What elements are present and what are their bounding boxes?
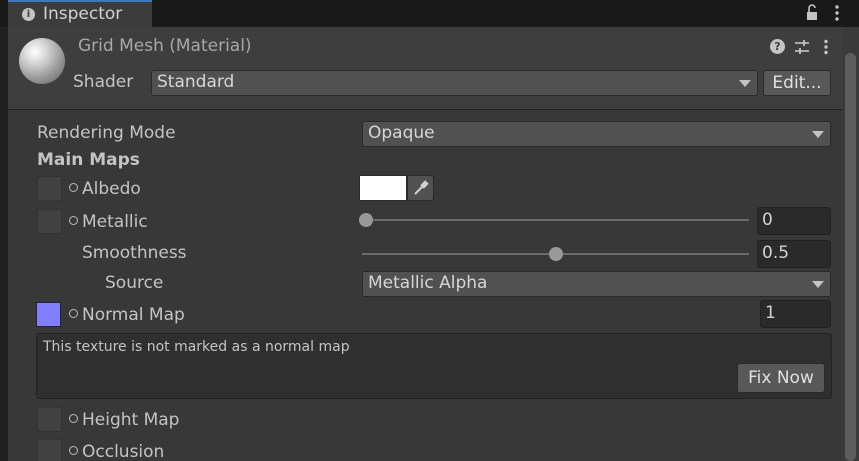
- rendering-mode-dropdown[interactable]: Opaque: [362, 121, 831, 147]
- edit-shader-button[interactable]: Edit...: [763, 70, 831, 96]
- rendering-mode-value: Opaque: [368, 123, 435, 143]
- metallic-label: Metallic: [82, 212, 148, 232]
- metallic-value: 0: [762, 210, 773, 230]
- smoothness-label: Smoothness: [82, 243, 187, 263]
- smoothness-value: 0.5: [762, 243, 790, 263]
- normal-map-warning-box: This texture is not marked as a normal m…: [36, 333, 832, 399]
- material-menu-icon[interactable]: [822, 39, 830, 55]
- main-maps-header: Main Maps: [37, 150, 140, 170]
- help-icon[interactable]: ?: [770, 39, 785, 54]
- smoothness-field[interactable]: 0.5: [757, 240, 831, 268]
- smoothness-slider-thumb[interactable]: [548, 247, 563, 261]
- normal-map-scale-value: 1: [765, 303, 776, 323]
- lock-icon[interactable]: [806, 3, 818, 22]
- kebab-menu-icon[interactable]: [833, 4, 841, 22]
- chevron-down-icon: [812, 281, 824, 288]
- texture-picker-icon[interactable]: [69, 183, 78, 192]
- normal-map-texture-slot[interactable]: [36, 302, 61, 327]
- shader-label: Shader: [73, 72, 134, 92]
- chevron-down-icon: [812, 131, 824, 138]
- material-title: Grid Mesh (Material): [78, 36, 252, 56]
- shader-dropdown[interactable]: Standard: [151, 70, 758, 96]
- albedo-label: Albedo: [82, 179, 141, 199]
- metallic-texture-slot[interactable]: [37, 209, 62, 234]
- metallic-slider-thumb[interactable]: [359, 213, 373, 227]
- occlusion-label: Occlusion: [82, 442, 165, 461]
- eyedropper-icon: [414, 180, 429, 195]
- metallic-slider-track[interactable]: [366, 219, 749, 221]
- tab-inspector-label: Inspector: [43, 4, 123, 24]
- texture-picker-icon[interactable]: [69, 414, 78, 423]
- shader-value: Standard: [157, 72, 235, 92]
- albedo-color-swatch[interactable]: [359, 175, 407, 201]
- normal-map-scale-field[interactable]: 1: [760, 300, 831, 328]
- left-edge: [0, 27, 8, 461]
- chevron-down-icon: [739, 80, 751, 87]
- info-icon: i: [22, 8, 35, 21]
- material-preview-sphere: [19, 38, 65, 84]
- tab-inspector[interactable]: i Inspector: [8, 0, 152, 27]
- occlusion-texture-slot[interactable]: [37, 439, 62, 461]
- texture-picker-icon[interactable]: [69, 216, 78, 225]
- source-value: Metallic Alpha: [368, 273, 488, 293]
- height-map-label: Height Map: [82, 410, 180, 430]
- texture-picker-icon[interactable]: [69, 309, 78, 318]
- warning-message: This texture is not marked as a normal m…: [43, 339, 350, 355]
- fix-now-button[interactable]: Fix Now: [737, 363, 825, 393]
- normal-map-label: Normal Map: [82, 305, 185, 325]
- texture-picker-icon[interactable]: [69, 446, 78, 455]
- metallic-field[interactable]: 0: [757, 207, 831, 235]
- scrollbar-thumb[interactable]: [845, 53, 856, 461]
- window-tab-bar: i Inspector: [0, 0, 859, 27]
- eyedropper-button[interactable]: [407, 175, 434, 201]
- rendering-mode-label: Rendering Mode: [37, 123, 176, 143]
- presets-icon[interactable]: [794, 39, 810, 55]
- source-label: Source: [105, 273, 164, 293]
- height-map-texture-slot[interactable]: [37, 407, 62, 432]
- source-dropdown[interactable]: Metallic Alpha: [362, 271, 831, 297]
- albedo-texture-slot[interactable]: [37, 176, 62, 201]
